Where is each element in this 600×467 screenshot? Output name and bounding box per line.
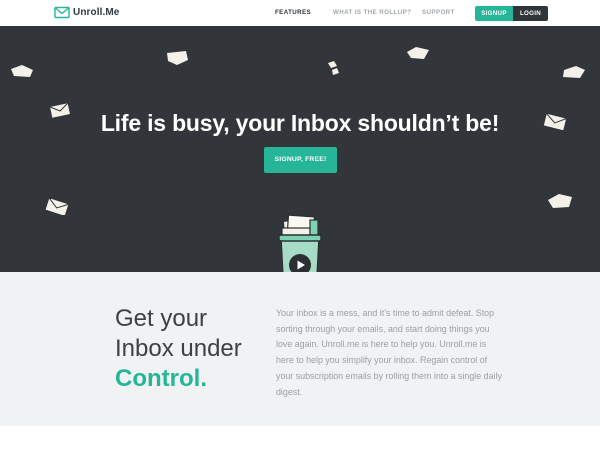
hero-title: Life is busy, your Inbox shouldn’t be! [100, 110, 500, 136]
logo[interactable]: Unroll.Me [54, 6, 119, 19]
flying-paper-icon [328, 61, 339, 75]
nav-what-is-the-rollup[interactable]: WHAT IS THE ROLLUP? [333, 9, 411, 16]
nav-features[interactable]: FEATURES [275, 9, 311, 16]
headline-line-1: Get your [115, 305, 208, 332]
envelope-logo-icon [54, 6, 70, 19]
intro-headline: Get your Inbox under Control. [115, 304, 275, 394]
flying-paper-icon [167, 51, 188, 65]
page-bottom [0, 426, 600, 467]
flying-paper-icon [11, 65, 33, 77]
envelope-icon [45, 199, 69, 215]
headline-line-2: Inbox under [115, 335, 242, 362]
logo-text: Unroll.Me [73, 7, 120, 18]
flying-paper-icon [563, 66, 585, 78]
intro-section: Get your Inbox under Control. Your inbox… [0, 272, 600, 426]
nav-support[interactable]: SUPPORT [422, 9, 455, 16]
header-login-button[interactable]: LOGIN [513, 6, 548, 21]
hero-signup-free-button[interactable]: SIGNUP, FREE! [264, 147, 337, 173]
flying-paper-icon [548, 194, 572, 208]
flying-paper-icon [407, 47, 429, 59]
intro-body-text: Your inbox is a mess, and it’s time to a… [276, 308, 502, 397]
site-header: Unroll.Me FEATURES WHAT IS THE ROLLUP? S… [0, 0, 600, 26]
header-signup-button[interactable]: SIGNUP [475, 6, 513, 21]
headline-accent: Control. [115, 365, 207, 392]
